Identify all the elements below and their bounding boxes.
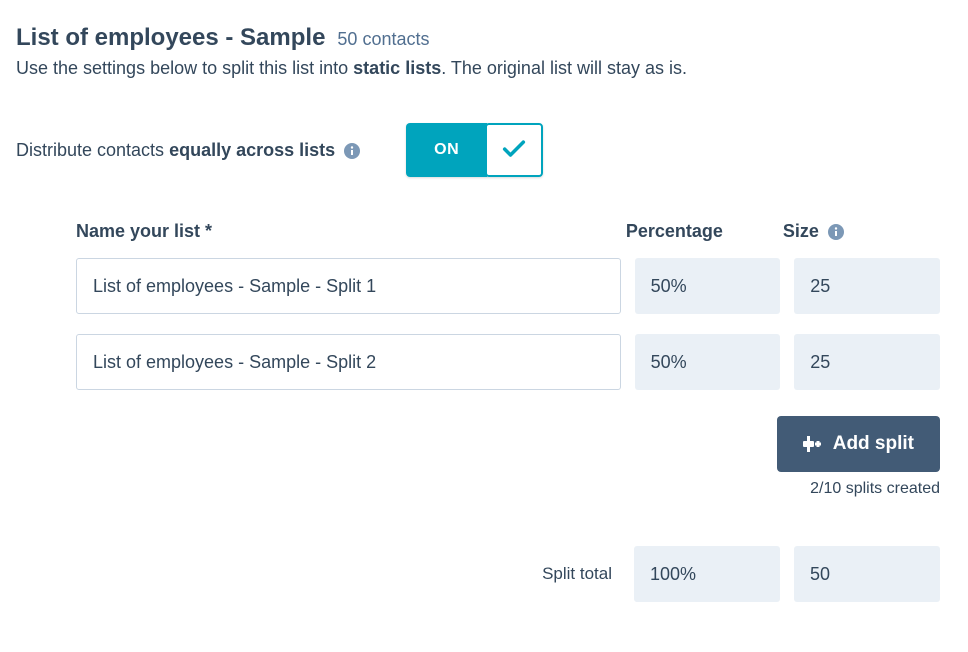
toggle-check (485, 123, 543, 177)
info-icon[interactable] (828, 224, 844, 240)
distribute-label: Distribute contacts equally across lists (16, 140, 360, 161)
subtitle: Use the settings below to split this lis… (16, 58, 952, 79)
add-split-icon (803, 436, 821, 452)
add-split-button[interactable]: Add split (777, 416, 940, 472)
check-icon (500, 134, 528, 167)
distribute-toggle[interactable]: ON (406, 123, 543, 177)
contacts-count: 50 contacts (337, 29, 429, 50)
add-split-button-label: Add split (833, 433, 914, 455)
split-size-cell: 25 (794, 334, 940, 390)
column-header-name: Name your list * (76, 221, 626, 242)
split-total-row: Split total 100% 50 (76, 546, 940, 602)
split-name-input[interactable] (76, 334, 621, 390)
subtitle-bold: static lists (353, 58, 441, 78)
splits-area: Name your list * Percentage Size 50% 25 … (16, 221, 952, 602)
toggle-on-label: ON (406, 123, 487, 177)
distribute-label-bold: equally across lists (169, 140, 335, 160)
split-total-label: Split total (542, 564, 612, 584)
distribute-label-before: Distribute contacts (16, 140, 169, 160)
page-title: List of employees - Sample (16, 24, 325, 52)
split-total-size: 50 (794, 546, 940, 602)
add-split-row: Add split 2/10 splits created (76, 416, 940, 498)
columns-header: Name your list * Percentage Size (76, 221, 940, 242)
split-row: 50% 25 (76, 258, 940, 314)
split-percentage-cell: 50% (635, 258, 781, 314)
add-split-inner: Add split 2/10 splits created (777, 416, 940, 498)
subtitle-after: . The original list will stay as is. (441, 58, 687, 78)
info-icon[interactable] (344, 143, 360, 159)
distribute-row: Distribute contacts equally across lists… (16, 123, 952, 177)
split-row: 50% 25 (76, 334, 940, 390)
size-label-text: Size (783, 221, 819, 241)
split-name-input[interactable] (76, 258, 621, 314)
split-percentage-cell: 50% (635, 334, 781, 390)
splits-created-count: 2/10 splits created (810, 480, 940, 498)
header-row: List of employees - Sample 50 contacts (16, 24, 952, 52)
split-size-cell: 25 (794, 258, 940, 314)
split-total-percentage: 100% (634, 546, 780, 602)
subtitle-before: Use the settings below to split this lis… (16, 58, 353, 78)
column-header-percentage: Percentage (626, 221, 783, 242)
column-header-size: Size (783, 221, 940, 242)
